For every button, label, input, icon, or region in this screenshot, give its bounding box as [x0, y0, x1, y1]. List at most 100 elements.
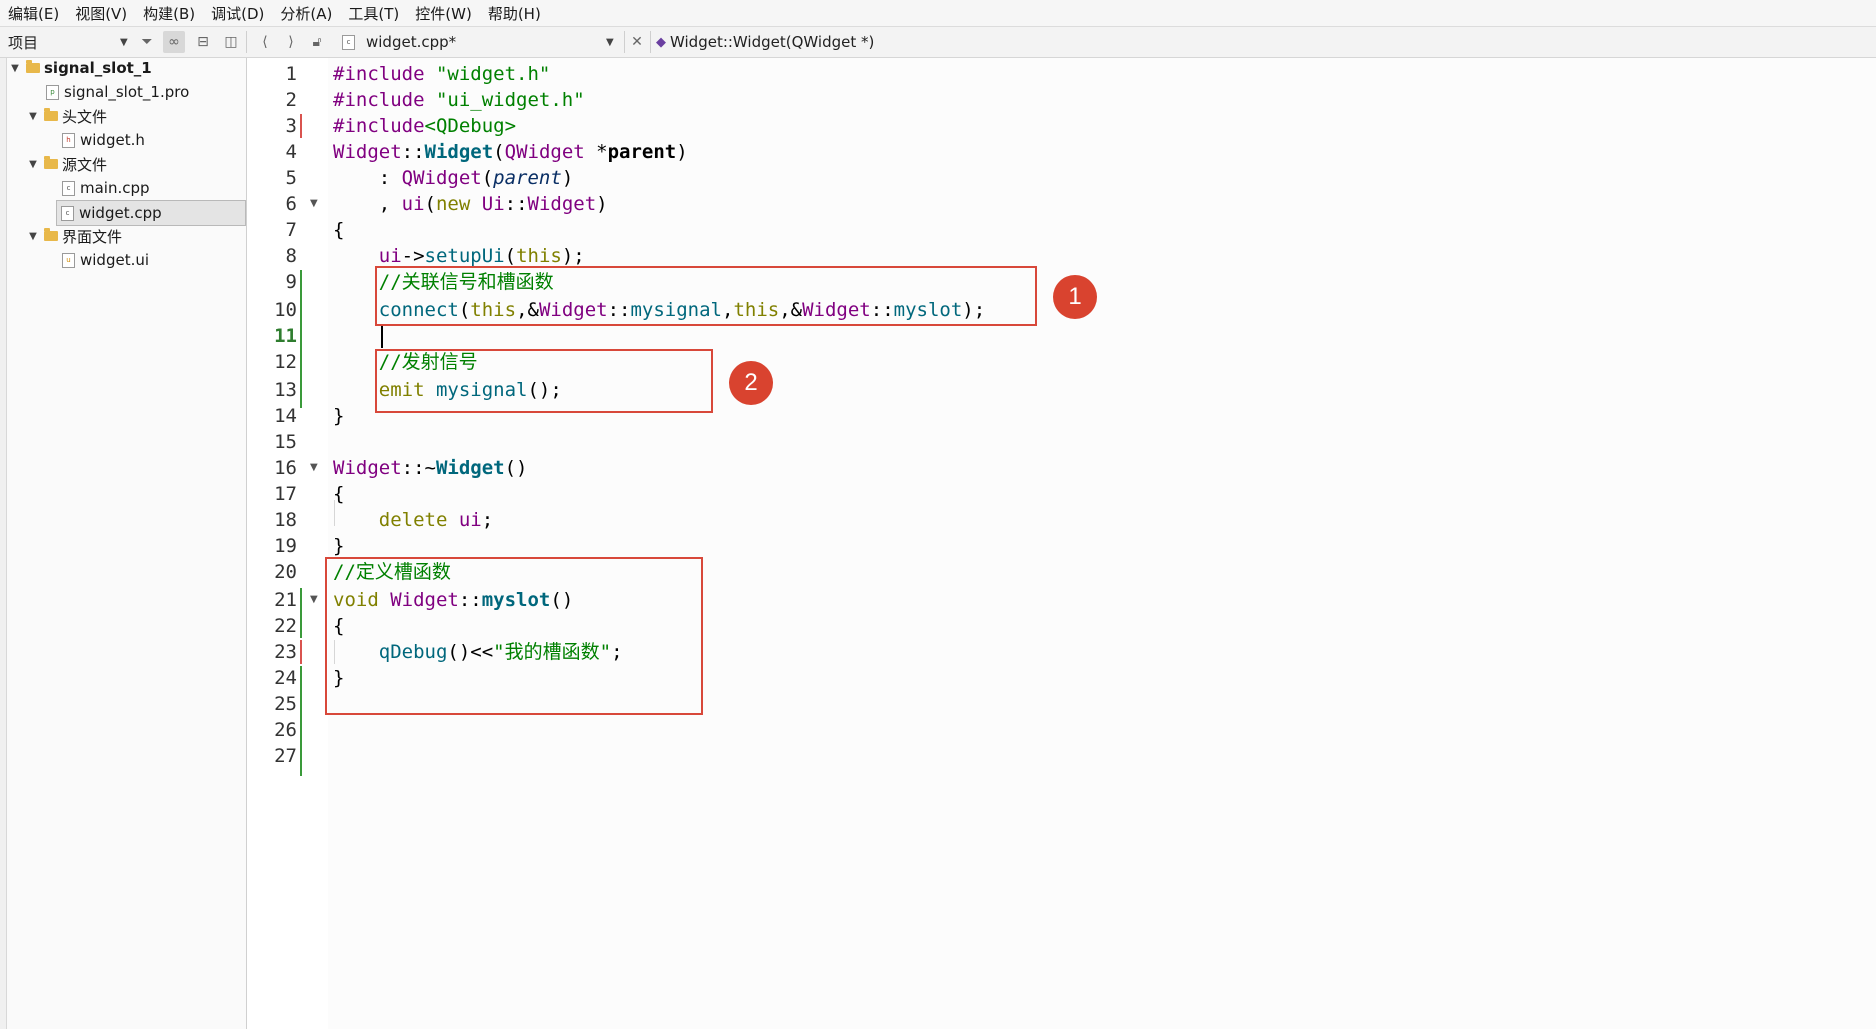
token-op: ;	[481, 509, 494, 531]
tree-item-forms[interactable]: ▼ 界面文件	[26, 224, 122, 248]
tree-item-label: widget.cpp	[79, 204, 162, 222]
tree-item-label: 头文件	[62, 107, 108, 126]
line-number: 4	[285, 141, 297, 163]
token-member: ui	[401, 193, 425, 215]
project-folder-icon	[26, 60, 40, 73]
close-icon[interactable]: ✕	[626, 31, 648, 53]
token-op: ,	[333, 193, 402, 215]
line-number: 23	[274, 641, 297, 663]
token-class: Widget	[527, 193, 597, 215]
line-number: 7	[285, 219, 297, 241]
menu-edit[interactable]: 编辑(E)	[0, 3, 67, 24]
line-number: 6	[285, 193, 297, 215]
line-number: 15	[274, 431, 297, 453]
fold-arrow-icon[interactable]: ▼	[310, 455, 320, 481]
pro-file-icon: p	[46, 84, 59, 100]
code-line-18: delete ui;	[333, 507, 493, 533]
fold-arrow-icon[interactable]: ▼	[310, 587, 320, 613]
token-op: (	[424, 193, 436, 215]
token-op: )	[561, 167, 574, 189]
tree-item-widget-cpp[interactable]: c widget.cpp	[56, 200, 246, 226]
line-number: 24	[274, 667, 297, 689]
toolbar-divider	[624, 31, 625, 53]
code-line-5: : QWidget(parent)	[333, 165, 574, 191]
token-member: ui	[458, 509, 482, 531]
line-number: 22	[274, 615, 297, 637]
line-number: 17	[274, 483, 297, 505]
chevron-down-icon[interactable]: ▼	[26, 159, 40, 170]
token-preprocessor: #include	[333, 63, 436, 85]
left-edge-handle[interactable]	[0, 58, 7, 1029]
menu-analyze[interactable]: 分析(A)	[272, 3, 340, 24]
ui-file-icon: u	[62, 252, 75, 268]
close-sidebar-icon[interactable]: ◫	[220, 31, 242, 53]
code-line-17: {	[333, 483, 345, 505]
token-class: Widget	[333, 141, 402, 163]
fold-arrow-icon[interactable]: ▼	[310, 191, 320, 217]
tree-item-project[interactable]: ▼ signal_slot_1	[8, 56, 152, 80]
chevron-down-icon[interactable]: ▼	[8, 63, 22, 74]
filter-icon[interactable]: ⏷	[136, 31, 158, 53]
cpp-file-icon: c	[342, 34, 355, 50]
token-function: setupUi	[424, 245, 505, 267]
token-namespace: Ui	[481, 193, 505, 215]
token-type: QWidget	[504, 141, 585, 163]
menu-controls[interactable]: 控件(W)	[407, 3, 480, 24]
token-op: )	[596, 193, 608, 215]
file-tab[interactable]: c widget.cpp* ▼	[338, 27, 618, 57]
forward-icon[interactable]: ⟩	[280, 31, 302, 53]
lock-icon[interactable]: 🔓︎	[306, 31, 328, 53]
header-file-icon: h	[62, 132, 75, 148]
annotation-badge-2: 2	[729, 361, 773, 405]
tree-item-widget-ui[interactable]: u widget.ui	[58, 248, 149, 272]
tree-item-label: 界面文件	[62, 227, 123, 246]
token-function: Widget	[424, 141, 494, 163]
token-param: parent	[607, 141, 677, 163]
token-preprocessor: #include	[333, 89, 436, 111]
added-marker	[300, 270, 302, 408]
menu-view[interactable]: 视图(V)	[67, 3, 135, 24]
add-split-icon[interactable]: ⊟	[192, 31, 214, 53]
tree-item-sources[interactable]: ▼ 源文件	[26, 152, 107, 176]
token-op: ->	[401, 245, 425, 267]
line-number: 1	[285, 63, 297, 85]
line-number: 3	[285, 115, 297, 137]
token-preprocessor: #include	[333, 115, 425, 137]
link-icon[interactable]: ∞	[163, 31, 185, 53]
token-op: )	[676, 141, 688, 163]
toolbar-divider	[650, 31, 651, 53]
token-op: ::~	[401, 457, 436, 479]
back-icon[interactable]: ⟨	[254, 31, 276, 53]
token-class: Widget	[333, 457, 402, 479]
chevron-down-icon[interactable]: ▼	[26, 111, 40, 122]
tree-item-widget-h[interactable]: h widget.h	[58, 128, 145, 152]
tree-item-pro-file[interactable]: p signal_slot_1.pro	[42, 80, 189, 104]
tree-item-headers[interactable]: ▼ 头文件	[26, 104, 107, 128]
token-keyword: delete	[378, 509, 459, 531]
toolbar: 项目 ▼ ⏷ ∞ ⊟ ◫ ⟨ ⟩ 🔓︎ c widget.cpp* ▼ ✕ ◆ …	[0, 27, 1876, 58]
file-tab-label: widget.cpp*	[366, 33, 457, 51]
menu-debug[interactable]: 调试(D)	[203, 3, 272, 24]
chevron-down-icon[interactable]: ▼	[26, 231, 40, 242]
tree-item-main-cpp[interactable]: c main.cpp	[58, 176, 150, 200]
line-number: 19	[274, 535, 297, 557]
code-line-14: }	[333, 405, 345, 427]
token-op: *	[584, 141, 608, 163]
cpp-file-icon: c	[61, 205, 74, 221]
folder-icon	[44, 228, 58, 241]
line-number: 5	[285, 167, 297, 189]
menu-help[interactable]: 帮助(H)	[480, 3, 549, 24]
annotation-box-connect	[375, 266, 1037, 326]
menu-build[interactable]: 构建(B)	[135, 3, 203, 24]
annotation-badge-1: 1	[1053, 275, 1097, 319]
text-cursor	[381, 324, 383, 348]
token-type: QWidget	[401, 167, 482, 189]
chevron-down-icon: ▼	[606, 36, 614, 48]
symbol-selector[interactable]: ◆ Widget::Widget(QWidget *)	[656, 27, 874, 57]
line-number-current: 11	[274, 325, 297, 347]
project-selector[interactable]: 项目 ▼	[8, 27, 128, 57]
menu-tools[interactable]: 工具(T)	[340, 3, 407, 24]
